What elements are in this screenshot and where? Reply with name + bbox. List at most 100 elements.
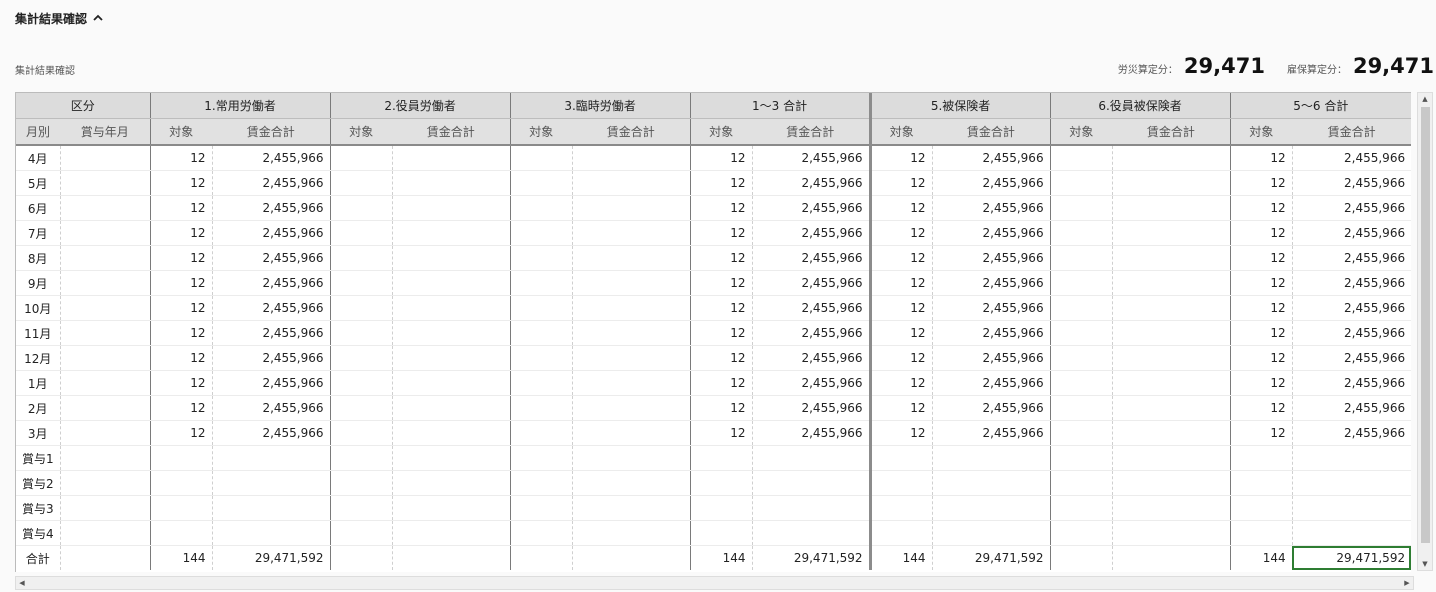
table-cell[interactable]	[510, 270, 573, 296]
arrow-up-icon[interactable]: ▲	[1418, 93, 1432, 105]
table-cell[interactable]	[1050, 195, 1113, 221]
table-cell[interactable]: 29,471,592	[1292, 545, 1411, 570]
table-cell[interactable]: 2,455,966	[1292, 220, 1411, 246]
table-cell[interactable]: 2,455,966	[1292, 270, 1411, 296]
table-cell[interactable]: 12	[150, 395, 213, 421]
table-cell[interactable]: 12	[870, 220, 933, 246]
table-cell[interactable]	[510, 195, 573, 221]
table-cell[interactable]: 12	[870, 295, 933, 321]
month-cell[interactable]: 合計	[16, 545, 61, 570]
table-cell[interactable]	[510, 245, 573, 271]
table-cell[interactable]: 2,455,966	[1292, 245, 1411, 271]
table-cell[interactable]: 2,455,966	[932, 170, 1051, 196]
table-cell[interactable]: 12	[150, 170, 213, 196]
table-cell[interactable]	[330, 520, 393, 546]
column-header[interactable]: 賃金合計	[212, 118, 331, 146]
table-cell[interactable]	[60, 145, 151, 171]
table-cell[interactable]: 12	[1230, 220, 1293, 246]
table-cell[interactable]	[60, 545, 151, 570]
table-cell[interactable]	[392, 445, 511, 471]
table-cell[interactable]	[572, 270, 691, 296]
table-cell[interactable]: 12	[870, 395, 933, 421]
table-cell[interactable]: 2,455,966	[212, 320, 331, 346]
table-cell[interactable]	[572, 470, 691, 496]
chevron-up-icon[interactable]	[93, 12, 103, 25]
table-cell[interactable]: 12	[690, 245, 753, 271]
table-cell[interactable]	[1112, 170, 1231, 196]
table-cell[interactable]	[392, 495, 511, 521]
table-cell[interactable]	[392, 295, 511, 321]
table-cell[interactable]	[60, 245, 151, 271]
column-header[interactable]: 賃金合計	[572, 118, 691, 146]
table-cell[interactable]: 12	[150, 220, 213, 246]
table-cell[interactable]	[870, 445, 933, 471]
table-cell[interactable]: 2,455,966	[1292, 320, 1411, 346]
table-cell[interactable]	[510, 220, 573, 246]
table-cell[interactable]: 12	[690, 170, 753, 196]
table-cell[interactable]	[870, 470, 933, 496]
month-cell[interactable]: 6月	[16, 195, 61, 221]
result-grid[interactable]: 区分 1.常用労働者 2.役員労働者 3.臨時労働者 1～3 合計 5.被保険者 6.役員被…	[15, 92, 1411, 572]
month-cell[interactable]: 賞与3	[16, 495, 61, 521]
table-cell[interactable]	[330, 195, 393, 221]
table-cell[interactable]	[392, 470, 511, 496]
table-cell[interactable]	[60, 170, 151, 196]
table-cell[interactable]	[392, 345, 511, 371]
table-cell[interactable]	[330, 245, 393, 271]
table-cell[interactable]	[150, 520, 213, 546]
table-cell[interactable]: 12	[1230, 145, 1293, 171]
table-cell[interactable]: 144	[1230, 545, 1293, 570]
month-cell[interactable]: 7月	[16, 220, 61, 246]
table-cell[interactable]: 2,455,966	[932, 370, 1051, 396]
table-cell[interactable]: 2,455,966	[212, 395, 331, 421]
table-cell[interactable]: 12	[690, 195, 753, 221]
table-cell[interactable]	[1050, 145, 1113, 171]
table-cell[interactable]: 12	[690, 320, 753, 346]
table-cell[interactable]: 2,455,966	[212, 420, 331, 446]
table-cell[interactable]	[510, 520, 573, 546]
table-cell[interactable]: 2,455,966	[1292, 145, 1411, 171]
table-cell[interactable]	[572, 295, 691, 321]
table-cell[interactable]	[1050, 470, 1113, 496]
table-cell[interactable]	[60, 195, 151, 221]
table-cell[interactable]	[572, 145, 691, 171]
table-cell[interactable]: 12	[1230, 295, 1293, 321]
table-cell[interactable]: 12	[150, 195, 213, 221]
table-cell[interactable]: 2,455,966	[1292, 295, 1411, 321]
table-cell[interactable]: 2,455,966	[752, 220, 872, 246]
table-cell[interactable]: 2,455,966	[752, 145, 872, 171]
table-cell[interactable]	[1050, 320, 1113, 346]
table-cell[interactable]	[1112, 370, 1231, 396]
table-cell[interactable]: 12	[150, 245, 213, 271]
table-cell[interactable]: 12	[150, 370, 213, 396]
column-header[interactable]: 賃金合計	[932, 118, 1051, 146]
column-header[interactable]: 対象	[1050, 118, 1113, 146]
table-cell[interactable]	[572, 195, 691, 221]
table-cell[interactable]	[510, 420, 573, 446]
table-cell[interactable]: 12	[870, 245, 933, 271]
table-cell[interactable]	[330, 545, 393, 570]
table-cell[interactable]	[572, 420, 691, 446]
table-cell[interactable]: 2,455,966	[932, 395, 1051, 421]
column-header[interactable]: 賃金合計	[392, 118, 511, 146]
month-cell[interactable]: 1月	[16, 370, 61, 396]
table-cell[interactable]	[510, 370, 573, 396]
table-cell[interactable]	[572, 370, 691, 396]
table-cell[interactable]	[330, 420, 393, 446]
table-cell[interactable]	[1050, 270, 1113, 296]
table-cell[interactable]: 2,455,966	[1292, 370, 1411, 396]
table-cell[interactable]: 2,455,966	[212, 270, 331, 296]
table-cell[interactable]	[572, 395, 691, 421]
column-header[interactable]: 対象	[1230, 118, 1293, 146]
table-cell[interactable]: 2,455,966	[932, 345, 1051, 371]
table-cell[interactable]	[510, 295, 573, 321]
table-cell[interactable]: 12	[150, 420, 213, 446]
table-cell[interactable]	[690, 470, 753, 496]
table-cell[interactable]	[330, 220, 393, 246]
table-cell[interactable]	[330, 145, 393, 171]
table-cell[interactable]: 2,455,966	[212, 295, 331, 321]
table-cell[interactable]: 2,455,966	[932, 145, 1051, 171]
column-header[interactable]: 賞与年月	[60, 118, 151, 146]
table-cell[interactable]	[1050, 420, 1113, 446]
table-cell[interactable]	[1112, 445, 1231, 471]
